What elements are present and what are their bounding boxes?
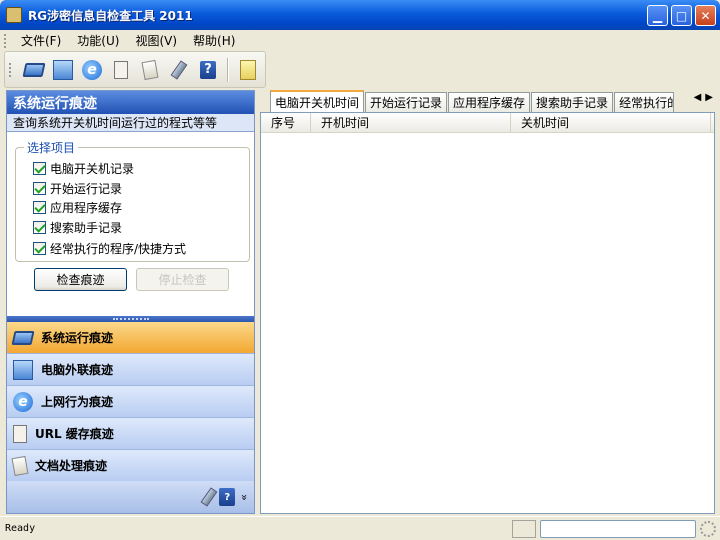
tab-scroll-right-icon[interactable]: ▶ (705, 92, 713, 103)
usb-drive-icon[interactable] (200, 487, 218, 507)
toolbar-help-button[interactable]: ? (195, 56, 221, 84)
status-bar: Ready (0, 516, 720, 540)
stop-check-button: 停止检查 (136, 268, 229, 291)
result-list[interactable]: 序号 开机时间 关机时间 (260, 112, 715, 514)
network-computer-icon (53, 59, 73, 80)
checkbox[interactable] (33, 221, 46, 234)
menu-bar: 文件(F) 功能(U) 视图(V) 帮助(H) (0, 30, 720, 51)
column-index[interactable]: 序号 (261, 113, 311, 132)
user-key-icon (240, 59, 256, 80)
panel-description: 查询系统开关机时间运行过的程式等等 (7, 114, 254, 132)
list-header: 序号 开机时间 关机时间 (261, 113, 714, 133)
menu-file[interactable]: 文件(F) (13, 32, 69, 49)
option-power-record[interactable]: 电脑开关机记录 (33, 160, 134, 177)
minimize-button[interactable]: ▁ (647, 5, 668, 26)
menu-view[interactable]: 视图(V) (127, 32, 185, 49)
document-scroll-icon (11, 455, 29, 476)
tab-strip: 电脑开关机时间 开始运行记录 应用程序缓存 搜索助手记录 经常执行的 ◀ ▶ (260, 90, 715, 112)
option-app-cache[interactable]: 应用程序缓存 (33, 199, 122, 216)
status-panel (512, 519, 536, 538)
menu-function[interactable]: 功能(U) (69, 32, 127, 49)
panel-title: 系统运行痕迹 (7, 91, 254, 114)
tab-search-assistant[interactable]: 搜索助手记录 (531, 92, 614, 112)
network-computer-icon (13, 359, 33, 380)
maximize-button[interactable]: □ (671, 5, 692, 26)
nav-system-trace[interactable]: 系统运行痕迹 (7, 322, 254, 354)
app-icon (6, 7, 22, 23)
internet-explorer-icon: e (13, 391, 33, 412)
nav-label: URL 缓存痕迹 (35, 427, 114, 441)
nav-label: 上网行为痕迹 (41, 395, 114, 409)
tab-power-time[interactable]: 电脑开关机时间 (270, 90, 365, 112)
nav-label: 电脑外联痕迹 (41, 363, 114, 377)
nav-label: 文档处理痕迹 (35, 459, 108, 473)
toolbar-url-cache-button[interactable] (108, 56, 134, 84)
title-bar[interactable]: RG涉密信息自检查工具 2011 ▁ □ ✕ (0, 0, 720, 30)
option-label: 开始运行记录 (50, 182, 123, 196)
usb-drive-icon (170, 59, 188, 80)
checkbox[interactable] (33, 162, 46, 175)
column-power-off-time[interactable]: 关机时间 (511, 113, 711, 132)
panel-footer: ? » (7, 481, 254, 513)
status-text: Ready (5, 523, 36, 534)
document-cache-icon (13, 424, 27, 443)
menu-grip[interactable] (4, 33, 7, 48)
nav-label: 系统运行痕迹 (41, 331, 114, 345)
toolbar-document-button[interactable] (137, 56, 163, 84)
checkbox[interactable] (33, 201, 46, 214)
nav-internet-trace[interactable]: e 上网行为痕迹 (7, 386, 254, 418)
option-label: 电脑开关机记录 (50, 162, 135, 176)
close-button[interactable]: ✕ (695, 5, 716, 26)
option-label: 搜索助手记录 (50, 221, 123, 235)
tab-startup-record[interactable]: 开始运行记录 (365, 92, 448, 112)
toolbar-user-button[interactable] (235, 56, 261, 84)
option-label: 经常执行的程序/快捷方式 (50, 242, 187, 256)
tab-app-cache[interactable]: 应用程序缓存 (448, 92, 531, 112)
system-run-trace-icon (11, 330, 35, 345)
checkbox[interactable] (33, 182, 46, 195)
window-title: RG涉密信息自检查工具 2011 (28, 8, 193, 23)
option-label: 应用程序缓存 (50, 201, 123, 215)
menu-help[interactable]: 帮助(H) (185, 32, 243, 49)
option-startup-record[interactable]: 开始运行记录 (33, 180, 122, 197)
toolbar-usb-button[interactable] (166, 56, 192, 84)
checkbox[interactable] (33, 242, 46, 255)
nav-document-trace[interactable]: 文档处理痕迹 (7, 450, 254, 482)
option-frequent-programs[interactable]: 经常执行的程序/快捷方式 (33, 240, 186, 257)
column-power-on-time[interactable]: 开机时间 (311, 113, 511, 132)
tab-scroll-left-icon[interactable]: ◀ (694, 92, 702, 103)
document-scroll-icon (141, 59, 159, 80)
toolbar-grip[interactable] (9, 62, 12, 77)
help-book-icon: ? (200, 60, 216, 79)
status-field (540, 519, 696, 538)
toolbar-internet-button[interactable]: e (79, 56, 105, 84)
system-run-trace-icon (22, 62, 46, 77)
toolbar-system-trace-button[interactable] (21, 56, 47, 84)
option-search-assistant[interactable]: 搜索助手记录 (33, 219, 122, 236)
chevron-double-down-icon[interactable]: » (238, 494, 251, 501)
busy-spinner-icon (700, 520, 716, 537)
right-panel: 电脑开关机时间 开始运行记录 应用程序缓存 搜索助手记录 经常执行的 ◀ ▶ 序… (260, 90, 715, 514)
document-cache-icon (114, 60, 128, 79)
toolbar-separator (227, 57, 229, 82)
nav-url-cache-trace[interactable]: URL 缓存痕迹 (7, 418, 254, 450)
nav-network-trace[interactable]: 电脑外联痕迹 (7, 354, 254, 386)
tab-frequent-programs[interactable]: 经常执行的 (614, 92, 675, 112)
option-group-title: 选择项目 (24, 139, 79, 156)
help-book-icon[interactable]: ? (219, 488, 236, 506)
left-panel: 系统运行痕迹 查询系统开关机时间运行过的程式等等 选择项目 电脑开关机记录 开始… (6, 90, 255, 514)
internet-explorer-icon: e (82, 59, 102, 80)
toolbar: e ? (4, 51, 266, 88)
toolbar-network-button[interactable] (50, 56, 76, 84)
check-trace-button[interactable]: 检查痕迹 (34, 268, 127, 291)
